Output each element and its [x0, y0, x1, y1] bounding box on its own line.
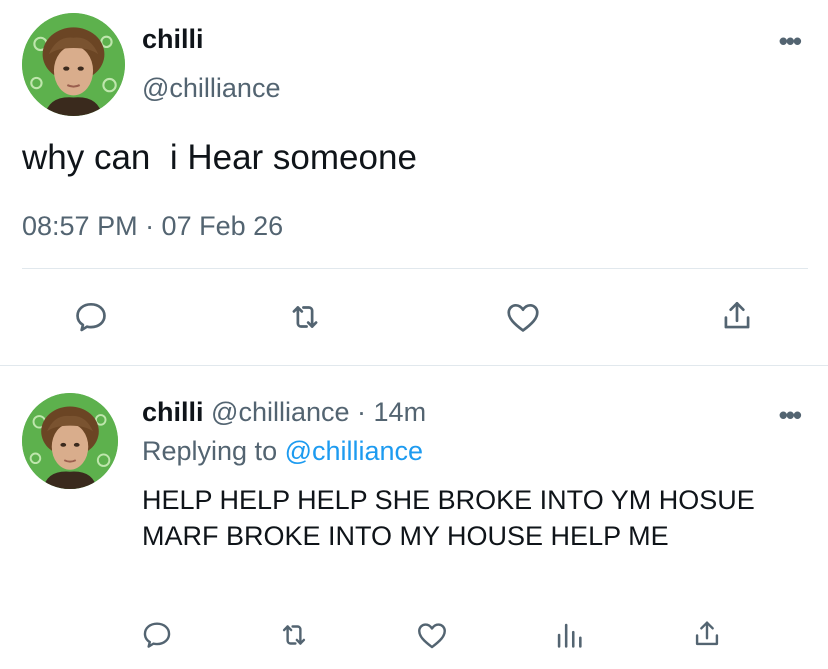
tweet-timestamp[interactable]: 08:57 PM · 07 Feb 26 — [22, 211, 283, 242]
author-name[interactable]: chilli — [142, 397, 204, 427]
replying-prefix: Replying to — [142, 436, 278, 466]
author-handle[interactable]: @chilliance — [142, 73, 280, 104]
reply-icon[interactable] — [140, 618, 174, 652]
more-icon[interactable]: ••• — [779, 402, 802, 428]
reply-header: chilli @chilliance · 14m — [142, 397, 426, 428]
analytics-icon[interactable] — [552, 618, 586, 652]
reply-time[interactable]: 14m — [374, 397, 427, 427]
tweet-text: why can i Hear someone — [22, 138, 417, 177]
avatar-image — [22, 13, 125, 116]
avatar-image — [22, 393, 118, 489]
divider — [0, 365, 828, 366]
retweet-icon[interactable] — [285, 298, 325, 336]
more-icon[interactable]: ••• — [779, 28, 802, 54]
reply-text: HELP HELP HELP SHE BROKE INTO YM HOSUE M… — [142, 485, 755, 551]
replying-mention-link[interactable]: @chilliance — [285, 436, 423, 466]
avatar[interactable] — [22, 13, 125, 116]
replying-to: Replying to @chilliance — [142, 436, 423, 467]
author-name[interactable]: chilli — [142, 24, 204, 55]
avatar[interactable] — [22, 393, 118, 489]
share-icon[interactable] — [718, 296, 756, 336]
reply-icon[interactable] — [72, 298, 110, 336]
like-icon[interactable] — [414, 618, 450, 652]
divider — [22, 268, 808, 269]
like-icon[interactable] — [503, 298, 543, 336]
retweet-icon[interactable] — [276, 618, 312, 652]
author-handle[interactable]: @chilliance — [211, 397, 349, 427]
separator: · — [357, 397, 367, 427]
share-icon[interactable] — [690, 616, 724, 652]
